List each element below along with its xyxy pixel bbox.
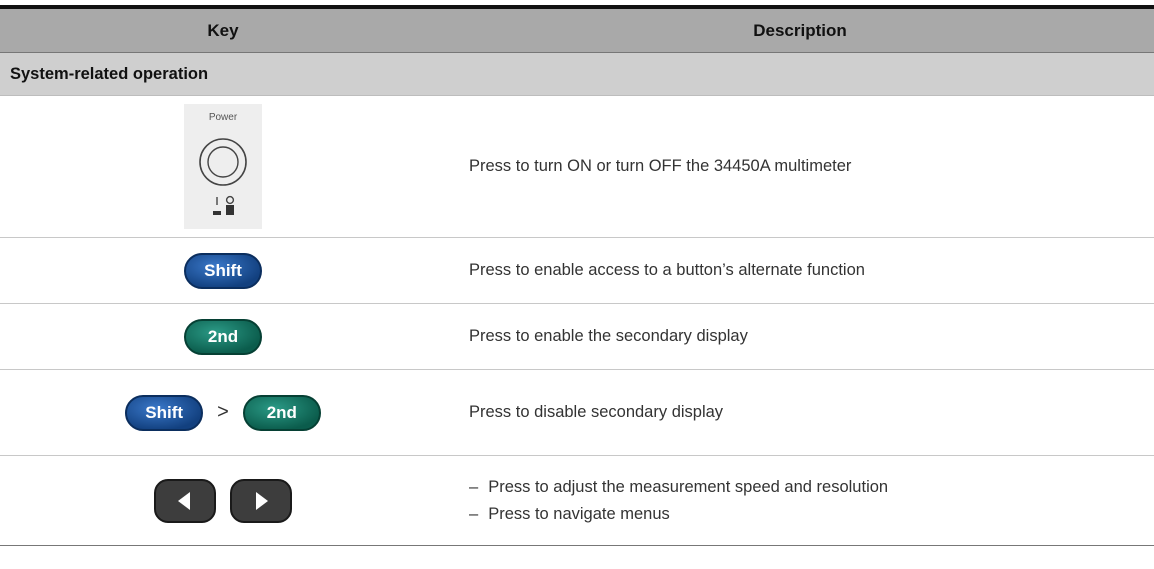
key-cell: Shift (0, 238, 446, 303)
power-button: Power (184, 104, 262, 229)
bullet-dash: – (469, 477, 479, 496)
table-row: Shift Press to enable access to a button… (0, 238, 1154, 304)
description-cell: Press to disable secondary display (469, 370, 1154, 455)
description-cell: Press to enable the secondary display (469, 304, 1154, 369)
second-button: 2nd (242, 394, 321, 431)
key-description-table: Key Description System-related operation… (0, 5, 1154, 546)
bullet-text: Press to adjust the measurement speed an… (488, 477, 889, 496)
table-row: Power Press to turn ON or turn OFF the 3… (0, 96, 1154, 238)
header-description: Description (753, 20, 847, 40)
table-header: Key Description (0, 5, 1154, 53)
left-arrow-button (154, 478, 216, 523)
key-cell: 2nd (0, 304, 446, 369)
shift-button: Shift (125, 394, 204, 431)
table-row: 2nd Press to enable the secondary displa… (0, 304, 1154, 370)
description-text: Press to enable the secondary display (469, 327, 748, 345)
key-cell: Shift > 2nd (0, 370, 446, 455)
header-key: Key (207, 20, 239, 40)
key-cell (0, 456, 446, 545)
bullet-dash: – (469, 504, 479, 523)
shift-button: Shift (184, 252, 262, 289)
right-arrow-icon (256, 491, 268, 510)
description-cell: – Press to adjust the measurement speed … (469, 456, 1154, 545)
list-item: – Press to navigate menus (469, 501, 1154, 528)
list-item: – Press to adjust the measurement speed … (469, 474, 1154, 501)
power-button-icon (199, 138, 247, 215)
description-text: Press to disable secondary display (469, 403, 724, 421)
description-text: Press to turn ON or turn OFF the 34450A … (469, 157, 852, 175)
second-button: 2nd (184, 318, 262, 355)
right-arrow-button (230, 478, 292, 523)
power-label: Power (208, 112, 238, 123)
left-arrow-icon (178, 491, 190, 510)
description-cell: Press to enable access to a button’s alt… (469, 238, 1154, 303)
key-cell: Power (0, 96, 446, 237)
description-cell: Press to turn ON or turn OFF the 34450A … (469, 96, 1154, 237)
description-text: Press to enable access to a button’s alt… (469, 261, 865, 279)
section-title: System-related operation (0, 53, 1154, 96)
separator-chevron: > (217, 401, 229, 423)
bullet-text: Press to navigate menus (488, 504, 670, 523)
table-row: – Press to adjust the measurement speed … (0, 456, 1154, 546)
table-row: Shift > 2nd Press to disable secondary d… (0, 370, 1154, 456)
